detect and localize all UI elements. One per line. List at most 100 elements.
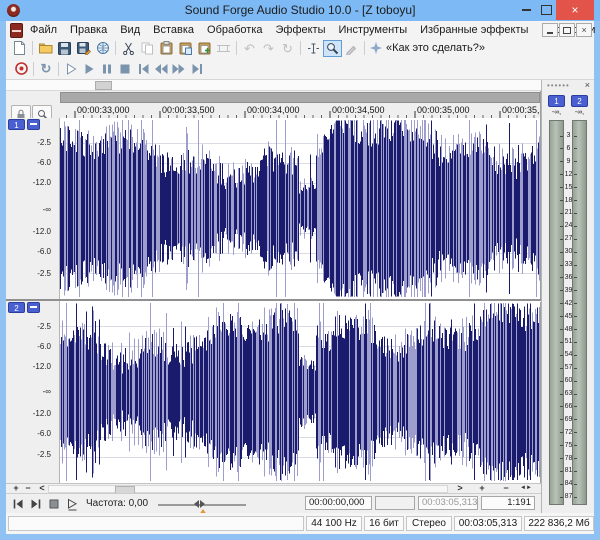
loop-playback-button[interactable]: ↻: [37, 60, 55, 78]
menu-item-edit[interactable]: Правка: [70, 24, 107, 36]
maximize-button[interactable]: [536, 0, 556, 20]
zoom-out-time-button[interactable]: −: [500, 484, 512, 493]
mdi-minimize-button[interactable]: [542, 23, 558, 37]
channel-1: 1 -2.5-6.0-12.0-∞-12.0-6.0-2.5: [6, 118, 541, 299]
menu-item-insert[interactable]: Вставка: [153, 24, 194, 36]
tick-icon: [574, 174, 577, 175]
mdi-restore-button[interactable]: [559, 23, 575, 37]
meter-channel-1-button[interactable]: 1: [548, 95, 565, 107]
go-to-end-button[interactable]: [188, 60, 206, 78]
redo-button[interactable]: ↷: [259, 40, 278, 57]
trim-button[interactable]: [214, 40, 233, 57]
meter-scale-mark: 84: [560, 480, 577, 488]
record-button[interactable]: [12, 60, 30, 78]
menu-item-effects[interactable]: Эффекты: [276, 24, 326, 36]
cut-button[interactable]: [119, 40, 138, 57]
repeat-button[interactable]: ↻: [278, 40, 297, 57]
menu-item-tools[interactable]: Инструменты: [339, 24, 408, 36]
playbar-play-normal-button[interactable]: [64, 497, 80, 511]
channel-1-scale: 1 -2.5-6.0-12.0-∞-12.0-6.0-2.5: [6, 118, 60, 299]
ruler-label: 00:00:33,000: [77, 105, 130, 115]
application-window: Sound Forge Audio Studio 10.0 - [Z toboy…: [0, 0, 600, 540]
meter-scale-mark: 18: [560, 197, 577, 205]
close-button[interactable]: ×: [556, 0, 594, 20]
zoom-in-vertical-button[interactable]: +: [10, 484, 22, 493]
pencil-tool-button[interactable]: [342, 40, 361, 57]
channel-2-collapse-button[interactable]: [27, 302, 40, 313]
play-all-button[interactable]: [62, 60, 80, 78]
tick-icon: [560, 265, 563, 266]
mdi-close-button[interactable]: ×: [576, 23, 592, 37]
rewind-button[interactable]: [152, 60, 170, 78]
waveform-ch1[interactable]: [60, 118, 540, 299]
tick-icon: [574, 471, 577, 472]
menu-item-file[interactable]: Файл: [30, 24, 57, 36]
menu-item-view[interactable]: Вид: [120, 24, 140, 36]
play-normal-icon: [66, 498, 78, 511]
restore-icon: [563, 27, 571, 34]
magnify-tool-button[interactable]: [323, 40, 342, 57]
undo-button[interactable]: ↶: [240, 40, 259, 57]
meter-scale-mark: 54: [560, 351, 577, 359]
sparkle-help-icon: [370, 42, 382, 54]
paste-to-new-button[interactable]: [176, 40, 195, 57]
tick-icon: [560, 136, 563, 137]
time-ruler[interactable]: 00:00:33,00000:00:33,50000:00:34,00000:0…: [60, 104, 540, 118]
channel-1-collapse-button[interactable]: [27, 119, 40, 130]
save-as-button[interactable]: [74, 40, 93, 57]
save-button[interactable]: [55, 40, 74, 57]
scroll-right-button[interactable]: >: [454, 484, 466, 493]
forward-button[interactable]: [170, 60, 188, 78]
menu-item-favorite-effects[interactable]: Избранные эффекты: [420, 24, 528, 36]
how-to-button[interactable]: «Как это сделать?»: [370, 42, 485, 54]
open-file-button[interactable]: [36, 40, 55, 57]
position-display[interactable]: 00:00:00,000: [305, 496, 372, 510]
sample-rate: 44 100 Hz: [306, 516, 362, 531]
overview-thumb[interactable]: [95, 81, 112, 90]
stop-button[interactable]: [116, 60, 134, 78]
scroll-left-button[interactable]: <: [36, 484, 48, 493]
minimize-button[interactable]: [516, 0, 536, 20]
menu-items: Файл Правка Вид Вставка Обработка Эффекты Инст…: [30, 21, 600, 38]
zoom-ratio-display[interactable]: 1:191: [481, 496, 535, 510]
meter-scale-mark: 66: [560, 403, 577, 411]
meter-channel-2-button[interactable]: 2: [571, 95, 588, 107]
tick-icon: [560, 394, 563, 395]
tick-icon: [574, 342, 577, 343]
pause-button[interactable]: [98, 60, 116, 78]
playbar-go-to-end-button[interactable]: [28, 497, 44, 511]
paste-mix-button[interactable]: [195, 40, 214, 57]
waveform-ch2[interactable]: [60, 301, 540, 483]
overview-scrollbar[interactable]: [6, 80, 541, 91]
selection-display[interactable]: [375, 496, 415, 510]
horizontal-scrollbar[interactable]: [48, 485, 448, 493]
zoom-in-time-button[interactable]: +: [476, 484, 488, 493]
meter-scale-mark: 45: [560, 313, 577, 321]
panel-grip-icon[interactable]: ••••••: [547, 81, 570, 90]
zoom-out-vertical-button[interactable]: −: [22, 484, 34, 493]
meter-peak-2: -∞,: [571, 109, 588, 116]
channel-mode: Стерео: [406, 516, 452, 531]
channel-1-button[interactable]: 1: [8, 119, 25, 130]
publish-button[interactable]: [93, 40, 112, 57]
channel-2-button[interactable]: 2: [8, 302, 25, 313]
summary-position-bar[interactable]: [60, 92, 540, 103]
new-file-button[interactable]: [10, 40, 29, 57]
meter-close-button[interactable]: ×: [585, 81, 590, 90]
level-meter-panel: •••••• × 1 2 -∞, -∞, 3691215182124273033…: [541, 80, 594, 513]
tick-icon: [574, 213, 577, 214]
meter-scale-mark: 78: [560, 455, 577, 463]
menu-item-process[interactable]: Обработка: [207, 24, 262, 36]
length-display[interactable]: 00:03:05,313: [418, 496, 478, 510]
play-button[interactable]: [80, 60, 98, 78]
tick-icon: [574, 200, 577, 201]
paste-button[interactable]: [157, 40, 176, 57]
copy-button[interactable]: [138, 40, 157, 57]
db-label: -6.0: [37, 430, 51, 438]
zoom-selection-button[interactable]: ◄►: [520, 484, 532, 493]
edit-tool-button[interactable]: [304, 40, 323, 57]
playbar-stop-button[interactable]: [46, 497, 62, 511]
go-to-start-button[interactable]: [134, 60, 152, 78]
rate-slider-thumb[interactable]: [194, 500, 205, 508]
playbar-go-to-start-button[interactable]: [10, 497, 26, 511]
